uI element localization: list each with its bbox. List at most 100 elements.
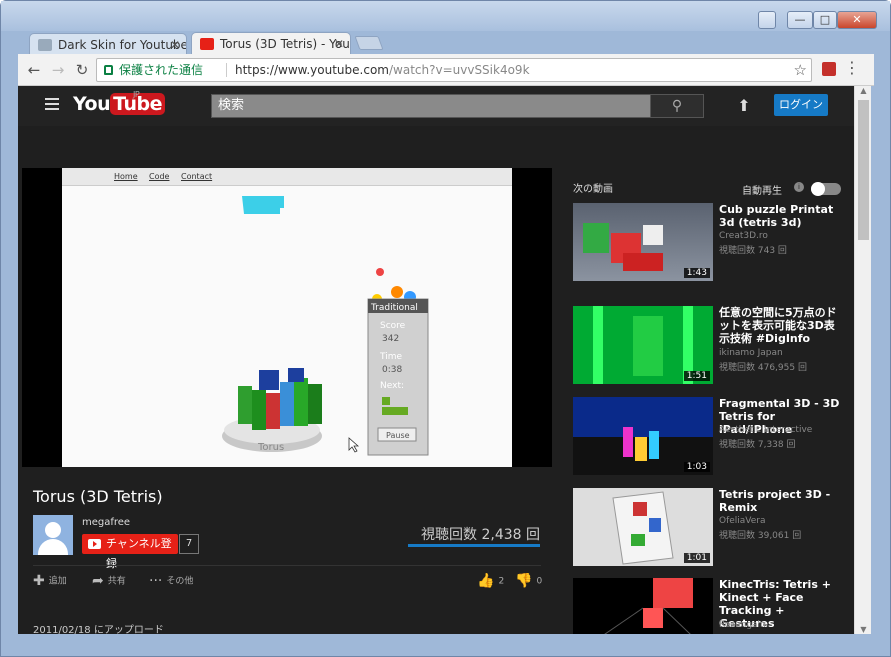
video-title[interactable]: 任意の空間に5万点のドットを表示可能な3D表示技術 #DigInfo: [719, 306, 843, 345]
block: [266, 393, 280, 429]
tab-label: Dark Skin for Youtube: [58, 38, 187, 52]
block: [280, 382, 294, 426]
thumbnail-art: [604, 578, 693, 634]
video-thumbnail[interactable]: [573, 578, 713, 634]
profile-button[interactable]: [758, 11, 776, 29]
tab-label: Torus (3D Tetris) - You: [220, 37, 350, 51]
divider: [33, 565, 541, 566]
score-value: 342: [382, 334, 399, 344]
avatar[interactable]: [33, 515, 73, 555]
tab-dark-skin[interactable]: Dark Skin for Youtube ✕: [29, 33, 187, 55]
reload-icon[interactable]: ↻: [72, 60, 92, 80]
block: [294, 378, 308, 426]
video-channel: OfeliaVera: [719, 516, 766, 526]
decor-ball: [376, 268, 384, 276]
related-sidebar: 次の動画 自動再生 i 1:43 Cub puzzle Printat 3d (…: [569, 168, 854, 634]
add-label: 追加: [48, 576, 67, 587]
sentiment-bar: [408, 544, 540, 547]
scrollbar[interactable]: ▲ ▼: [854, 86, 871, 634]
bookmark-star-icon[interactable]: ☆: [794, 59, 807, 81]
extension-icon[interactable]: [822, 62, 836, 76]
search-icon[interactable]: ⚲: [650, 94, 704, 118]
video-duration: 1:43: [683, 268, 710, 278]
hamburger-menu-icon[interactable]: [45, 98, 59, 110]
subscriber-count: 7: [179, 534, 199, 554]
game-mode: Traditional: [370, 303, 418, 313]
block: [238, 386, 252, 424]
torus-label: Torus: [257, 442, 284, 453]
thumbs-down-icon: 👎: [515, 573, 533, 589]
related-video-item[interactable]: KinecTris: Tetris + Kinect + Face Tracki…: [573, 578, 843, 634]
dislike-button[interactable]: 👎 0: [515, 573, 542, 589]
score-label: Score: [380, 321, 406, 331]
like-button[interactable]: 👍 2: [477, 573, 504, 589]
close-window-button[interactable]: ✕: [837, 11, 877, 29]
browser-menu-icon[interactable]: ⋮: [844, 58, 860, 77]
video-player[interactable]: Home Code Contact Torus Traditional Scor…: [22, 168, 552, 467]
falling-piece: [242, 196, 284, 214]
video-info: Torus (3D Tetris) megafree チャンネル登録 7 視聴回…: [22, 467, 552, 634]
url-host: https://www.youtube.com: [235, 63, 389, 77]
scroll-up-icon[interactable]: ▲: [855, 86, 872, 95]
video-thumbnail[interactable]: 1:43: [573, 203, 713, 281]
video-channel: Creat3D.ro: [719, 231, 768, 241]
video-views: 視聴回数 743 回: [719, 246, 787, 256]
search-input[interactable]: 検索: [211, 94, 651, 118]
related-video-item[interactable]: 1:51 任意の空間に5万点のドットを表示可能な3D表示技術 #DigInfo …: [573, 306, 843, 386]
autoplay-toggle[interactable]: [811, 182, 841, 196]
info-icon[interactable]: i: [794, 182, 804, 192]
block: [288, 368, 304, 382]
video-channel: Aesthetic Interactive: [719, 425, 813, 435]
video-thumbnail[interactable]: 1:03: [573, 397, 713, 475]
url-text[interactable]: https://www.youtube.com/watch?v=uvvSSik4…: [235, 59, 530, 81]
video-title[interactable]: Cub puzzle Printat 3d (tetris 3d): [719, 203, 843, 229]
forward-icon[interactable]: →: [48, 60, 68, 80]
related-video-item[interactable]: 1:43 Cub puzzle Printat 3d (tetris 3d) C…: [573, 203, 843, 283]
page-icon: [38, 39, 52, 51]
next-piece: [382, 407, 408, 415]
next-piece: [382, 397, 390, 405]
block: [308, 384, 322, 424]
video-thumbnail[interactable]: 1:51: [573, 306, 713, 384]
tab-close-icon[interactable]: ✕: [334, 33, 344, 54]
more-label: その他: [166, 576, 194, 587]
subscribe-button[interactable]: チャンネル登録: [82, 534, 178, 570]
video-duration: 1:51: [683, 371, 710, 381]
lock-icon: [104, 65, 113, 75]
tab-close-icon[interactable]: ✕: [170, 34, 180, 55]
plus-icon: ✚: [33, 573, 45, 589]
time-label: Time: [379, 352, 402, 362]
youtube-play-icon: [88, 539, 101, 549]
browser-toolbar: ← → ↻ 保護された通信 https://www.youtube.com/wa…: [18, 54, 874, 86]
upload-icon[interactable]: ⬆: [736, 96, 752, 115]
address-bar[interactable]: 保護された通信 https://www.youtube.com/watch?v=…: [96, 58, 812, 82]
divider: [226, 63, 227, 77]
video-title[interactable]: Tetris project 3D - Remix: [719, 488, 843, 514]
logo-you: You: [73, 93, 111, 115]
related-video-item[interactable]: 1:01 Tetris project 3D - Remix OfeliaVer…: [573, 488, 843, 568]
time-value: 0:38: [382, 365, 402, 375]
view-count: 視聴回数 2,438 回: [421, 527, 540, 543]
scroll-thumb[interactable]: [858, 100, 869, 240]
thumbs-up-icon: 👍: [477, 573, 495, 589]
video-views: 視聴回数 39,061 回: [719, 531, 802, 541]
maximize-button[interactable]: □: [813, 11, 837, 29]
video-thumbnail[interactable]: 1:01: [573, 488, 713, 566]
login-button[interactable]: ログイン: [774, 94, 828, 116]
minimize-button[interactable]: —: [787, 11, 813, 29]
related-video-item[interactable]: 1:03 Fragmental 3D - 3D Tetris for iPad/…: [573, 397, 843, 477]
block: [259, 370, 279, 390]
channel-name[interactable]: megafree: [82, 517, 130, 528]
share-button[interactable]: ➦ 共有: [92, 573, 126, 589]
browser-window: — □ ✕ Dark Skin for Youtube ✕ Torus (3D …: [0, 0, 891, 657]
scroll-down-icon[interactable]: ▼: [855, 625, 872, 634]
more-button[interactable]: ··· その他: [149, 573, 193, 589]
url-path: /watch?v=uvvSSik4o9k: [388, 63, 530, 77]
back-icon[interactable]: ←: [24, 60, 44, 80]
new-tab-button[interactable]: [354, 36, 384, 50]
youtube-logo[interactable]: You Tube JP: [73, 90, 165, 119]
tab-torus[interactable]: Torus (3D Tetris) - You ✕: [191, 32, 351, 54]
title-bar: [1, 1, 890, 31]
add-button[interactable]: ✚ 追加: [33, 573, 67, 589]
dislike-count: 0: [536, 576, 543, 587]
